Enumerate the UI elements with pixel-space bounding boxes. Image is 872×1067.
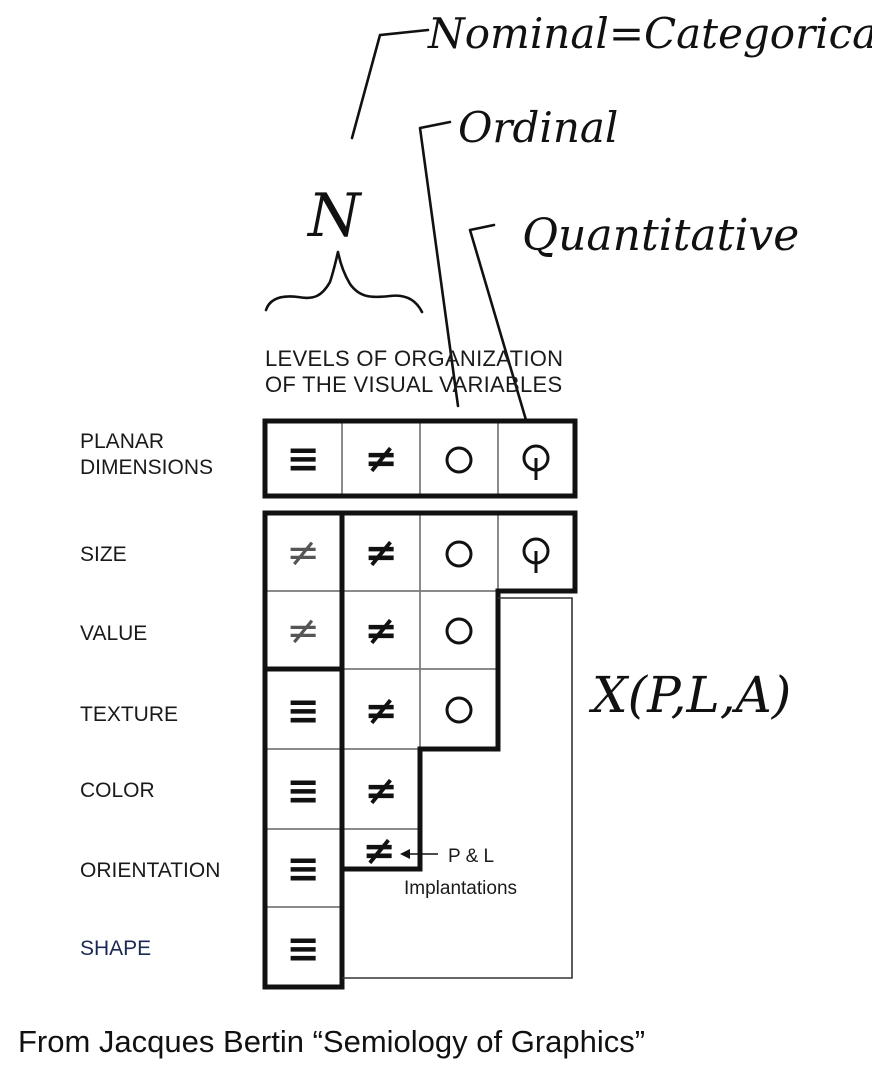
symbol-selective: ≠ — [364, 768, 398, 814]
row-label-size: SIZE — [80, 543, 127, 566]
symbol-associative: ≡ — [286, 846, 320, 892]
row-label-planar: PLANAR — [80, 430, 164, 453]
cell-texture-3 — [419, 668, 499, 750]
row-label-value: VALUE — [80, 622, 147, 645]
ordinal-label: Ordinal — [458, 103, 618, 152]
quantitative-label: Quantitative — [522, 210, 799, 261]
row-label-shape: SHAPE — [80, 937, 151, 960]
row-label-orientation: ORIENTATION — [80, 859, 220, 882]
symbol-ordered — [445, 696, 473, 724]
pl-arrow-head — [400, 849, 410, 859]
symbol-associative: ≡ — [286, 926, 320, 972]
symbol-ordered — [445, 540, 473, 568]
heading-line-2: OF THE VISUAL VARIABLES — [265, 372, 562, 397]
symbol-associative: ≡ — [286, 436, 320, 482]
cell-value-3 — [419, 590, 499, 670]
symbol-selective: ≠ — [364, 530, 398, 576]
row-label-color: COLOR — [80, 779, 155, 802]
bertin-diagram: Nominal=Categorical Ordinal Quantitative… — [18, 9, 872, 1059]
symbol-selective-light: ≠ — [286, 608, 320, 654]
heading-line-1: LEVELS OF ORGANIZATION — [265, 346, 563, 371]
symbol-associative: ≡ — [286, 688, 320, 734]
symbol-associative: ≡ — [286, 768, 320, 814]
symbol-selective: ≠ — [364, 608, 398, 654]
symbol-ordered — [445, 617, 473, 645]
symbol-selective: ≠ — [364, 688, 398, 734]
cell-planar-3 — [419, 420, 499, 497]
symbol-selective: ≠ — [364, 436, 398, 482]
row-label-texture: TEXTURE — [80, 703, 178, 726]
implantations-label: Implantations — [404, 878, 517, 899]
cell-size-3 — [419, 512, 499, 592]
n-mark: N — [306, 181, 363, 251]
row-labels: PLANAR DIMENSIONS SIZE VALUE TEXTURE COL… — [80, 430, 220, 960]
pl-label: P & L — [448, 846, 494, 867]
row-label-dimensions: DIMENSIONS — [80, 456, 213, 479]
symbol-quantitative — [522, 537, 550, 573]
source-caption: From Jacques Bertin “Semiology of Graphi… — [18, 1024, 645, 1059]
nominal-categorical-label: Nominal=Categorical — [427, 9, 872, 58]
n-curly-brace — [264, 250, 424, 314]
symbol-selective: ≠ — [362, 828, 396, 874]
chart-heading: LEVELS OF ORGANIZATION OF THE VISUAL VAR… — [265, 346, 563, 397]
pl-annotation: P & L Implantations — [400, 846, 517, 899]
symbol-selective-light: ≠ — [286, 530, 320, 576]
symbol-ordered — [445, 446, 473, 474]
symbol-quantitative — [522, 444, 550, 480]
nominal-pointer-line — [350, 28, 430, 140]
x-formula: X(P,L,A) — [588, 666, 791, 724]
